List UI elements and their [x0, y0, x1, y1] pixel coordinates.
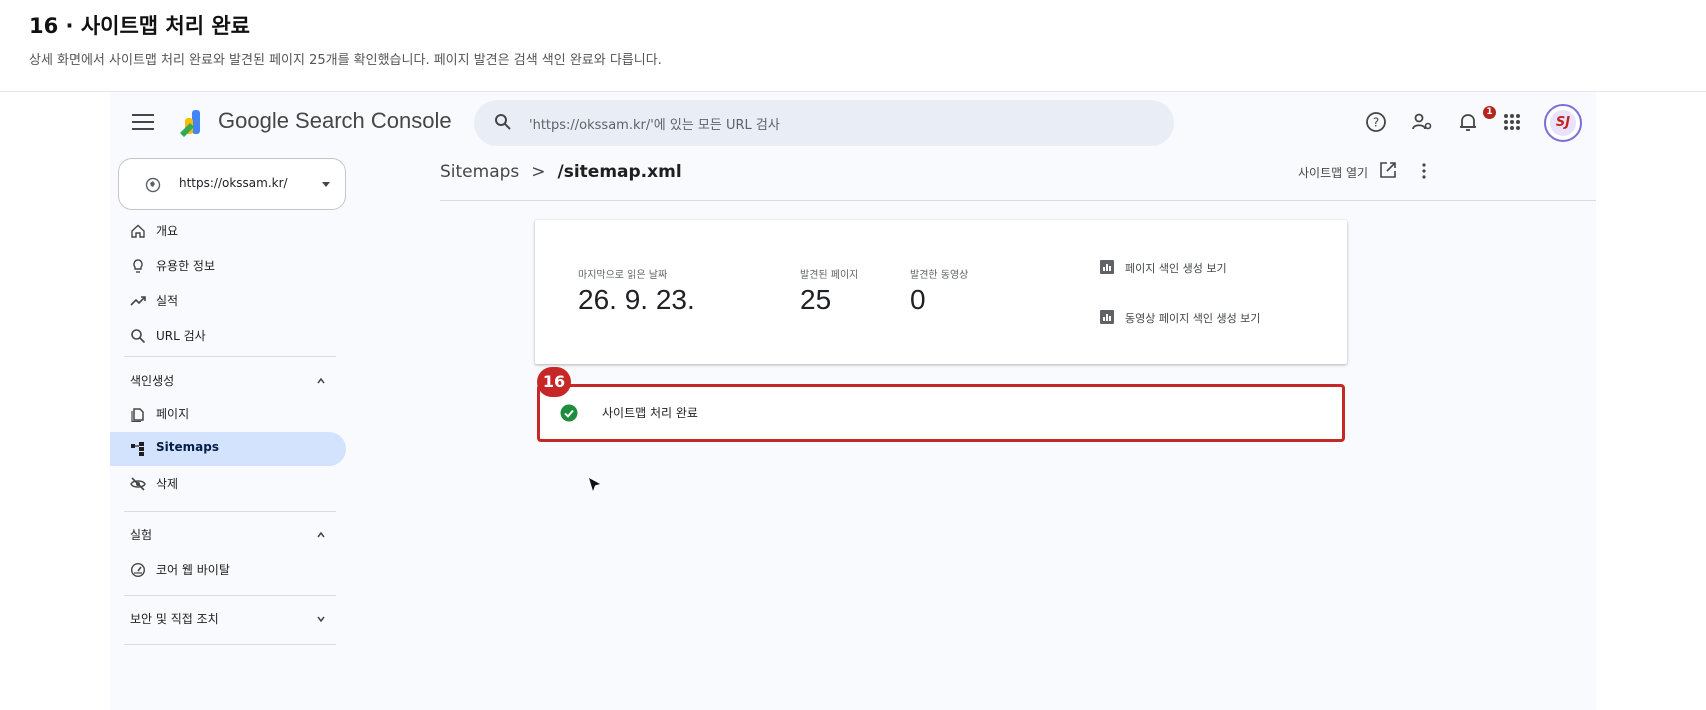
search-console-screenshot: Google Search Console 'https://okssam.kr…	[110, 92, 1596, 710]
sidebar-item-insights[interactable]: 유용한 정보	[110, 249, 346, 283]
sidebar-divider	[124, 511, 336, 512]
home-icon	[131, 224, 145, 238]
more-options-icon[interactable]	[1420, 162, 1428, 180]
status-text: 사이트맵 처리 완료	[602, 406, 698, 420]
breadcrumb-parent[interactable]: Sitemaps	[440, 162, 519, 182]
chevron-up-icon[interactable]	[316, 376, 326, 386]
last-read-label: 마지막으로 읽은 날짜	[578, 270, 668, 281]
sidebar-divider	[124, 356, 336, 357]
removals-icon	[130, 477, 146, 491]
caption-title: 16 · 사이트맵 처리 완료	[29, 14, 251, 38]
sidebar-divider	[124, 644, 336, 645]
property-url: https://okssam.kr/	[179, 176, 288, 190]
caption-header: 16 · 사이트맵 처리 완료 상세 화면에서 사이트맵 처리 완료와 발견된 …	[0, 0, 1706, 92]
sidebar-item-pages[interactable]: 페이지	[110, 397, 346, 431]
lightbulb-icon	[133, 259, 143, 273]
breadcrumb-separator: >	[531, 162, 546, 182]
discovered-videos-value: 0	[910, 284, 926, 315]
account-avatar[interactable]: SJ	[1544, 104, 1582, 142]
discovered-pages-value: 25	[800, 284, 832, 315]
sidebar-item-label: 실적	[156, 294, 179, 308]
search-console-logo	[180, 110, 200, 137]
brand-name[interactable]: Google Search Console	[218, 108, 452, 134]
search-placeholder: 'https://okssam.kr/'에 있는 모든 URL 검사	[529, 118, 780, 133]
chevron-down-icon[interactable]	[316, 614, 326, 624]
sidebar-item-label: 유용한 정보	[156, 259, 216, 273]
avatar-initials: SJ	[1550, 110, 1576, 136]
sidebar-item-removals[interactable]: 삭제	[110, 467, 346, 501]
property-selector[interactable]: https://okssam.kr/	[118, 158, 346, 210]
sidebar-item-overview[interactable]: 개요	[110, 214, 346, 248]
mouse-cursor-icon	[589, 478, 600, 491]
view-video-indexing-link[interactable]: 동영상 페이지 색인 생성 보기	[1125, 310, 1260, 326]
sidebar-item-core-web-vitals[interactable]: 코어 웹 바이탈	[110, 553, 346, 587]
manage-users-icon[interactable]	[1410, 110, 1434, 134]
help-icon[interactable]: ?	[1364, 110, 1388, 134]
notifications-icon[interactable]	[1456, 110, 1480, 134]
last-read-value: 26. 9. 23.	[578, 284, 695, 315]
bar-chart-icon	[1100, 260, 1114, 274]
sitemap-status-row: 사이트맵 처리 완료	[537, 384, 1345, 442]
gauge-icon	[130, 562, 146, 578]
breadcrumb-current: /sitemap.xml	[557, 162, 682, 182]
sidebar-item-performance[interactable]: 실적	[110, 284, 346, 318]
svg-text:?: ?	[1373, 116, 1379, 130]
view-page-indexing-link[interactable]: 페이지 색인 생성 보기	[1125, 260, 1227, 276]
sidebar-item-label: 개요	[156, 224, 179, 238]
sitemap-stats-card: 마지막으로 읽은 날짜 26. 9. 23. 발견된 페이지 25 발견한 동영…	[535, 220, 1347, 364]
url-inspect-search[interactable]: 'https://okssam.kr/'에 있는 모든 URL 검사	[474, 100, 1174, 146]
sidebar-item-label: URL 검사	[156, 329, 206, 343]
discovered-videos-label: 발견한 동영상	[910, 270, 969, 281]
breadcrumb: Sitemaps > /sitemap.xml	[440, 162, 682, 182]
notification-badge: 1	[1483, 106, 1496, 119]
step-number-badge: 16	[537, 367, 571, 397]
sidebar-item-url-inspection[interactable]: URL 검사	[110, 319, 346, 353]
sidebar-divider	[124, 595, 336, 596]
open-in-new-icon[interactable]	[1378, 160, 1398, 180]
globe-icon	[145, 177, 161, 193]
pages-icon	[131, 408, 144, 422]
discovered-pages-label: 발견된 페이지	[800, 270, 859, 281]
sidebar-item-sitemaps[interactable]: Sitemaps	[110, 432, 346, 466]
trending-icon	[130, 296, 146, 306]
apps-grid-icon[interactable]	[1500, 110, 1524, 134]
sidebar-item-label: 코어 웹 바이탈	[156, 563, 230, 577]
sidebar-item-label: Sitemaps	[156, 440, 219, 454]
bar-chart-icon	[1100, 310, 1114, 324]
sidebar-item-label: 삭제	[156, 477, 179, 491]
header-divider	[440, 200, 1596, 201]
search-icon	[495, 114, 511, 130]
check-circle-icon	[560, 404, 578, 422]
sitemap-icon	[131, 442, 144, 456]
chevron-up-icon[interactable]	[316, 530, 326, 540]
sidebar-section-experience[interactable]: 실험	[130, 526, 152, 543]
open-sitemap-link[interactable]: 사이트맵 열기	[1298, 164, 1368, 181]
hamburger-menu-icon[interactable]	[132, 114, 154, 130]
search-icon	[131, 329, 146, 344]
chevron-down-icon	[322, 182, 330, 187]
caption-subtitle: 상세 화면에서 사이트맵 처리 완료와 발견된 페이지 25개를 확인했습니다.…	[29, 53, 662, 68]
sidebar-section-security[interactable]: 보안 및 직접 조치	[130, 610, 219, 627]
sidebar-item-label: 페이지	[156, 407, 190, 421]
sidebar-section-indexing[interactable]: 색인생성	[130, 372, 174, 389]
